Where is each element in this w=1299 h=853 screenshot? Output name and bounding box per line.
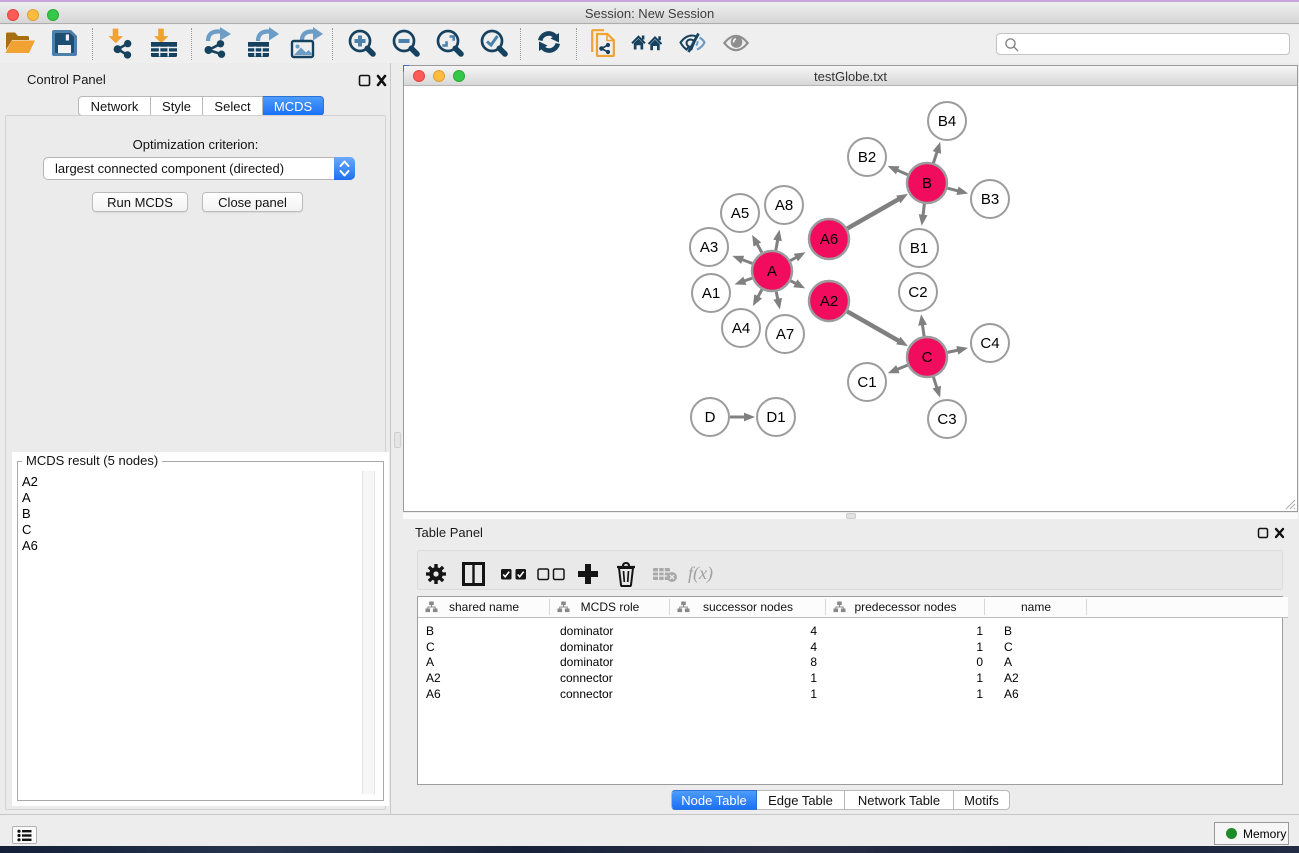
svg-text:A1: A1 (702, 285, 720, 302)
svg-text:A6: A6 (820, 231, 838, 248)
svg-text:C: C (922, 349, 933, 366)
svg-text:B3: B3 (981, 191, 999, 208)
svg-text:A3: A3 (700, 239, 718, 256)
svg-text:D1: D1 (766, 409, 785, 426)
svg-text:C3: C3 (937, 411, 956, 428)
svg-text:C1: C1 (857, 374, 876, 391)
svg-text:B1: B1 (910, 240, 928, 257)
svg-text:C2: C2 (908, 284, 927, 301)
svg-text:A7: A7 (776, 326, 794, 343)
svg-text:A2: A2 (820, 293, 838, 310)
svg-text:A8: A8 (775, 197, 793, 214)
svg-text:A: A (767, 263, 777, 280)
svg-text:B2: B2 (858, 149, 876, 166)
svg-text:D: D (705, 409, 716, 426)
svg-text:B4: B4 (938, 113, 956, 130)
svg-text:C4: C4 (980, 335, 999, 352)
svg-text:B: B (922, 175, 932, 192)
svg-text:A5: A5 (731, 205, 749, 222)
svg-text:A4: A4 (732, 320, 750, 337)
